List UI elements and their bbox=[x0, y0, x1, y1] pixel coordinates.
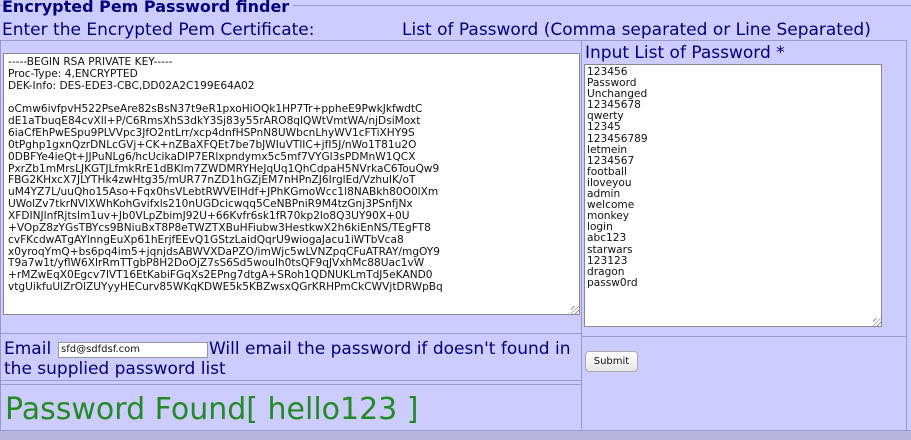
row-divider bbox=[0, 333, 581, 334]
password-list-textarea[interactable]: 123456 Password Unchanged 12345678 qwert… bbox=[584, 64, 882, 327]
resize-grip-icon[interactable] bbox=[873, 318, 881, 326]
row-divider bbox=[0, 384, 581, 385]
pem-certificate-textarea[interactable]: -----BEGIN RSA PRIVATE KEY----- Proc-Typ… bbox=[3, 53, 580, 315]
email-label: Email bbox=[4, 339, 52, 359]
row-divider bbox=[581, 336, 906, 337]
password-list-heading: List of Password (Comma separated or Lin… bbox=[402, 20, 871, 40]
row-divider bbox=[0, 380, 581, 381]
submit-button[interactable]: Submit bbox=[585, 351, 638, 372]
pem-label: Enter the Encrypted Pem Certificate: bbox=[2, 20, 315, 40]
result-message: Password Found[ hello123 ] bbox=[5, 392, 419, 427]
email-input[interactable]: sfd@sdfdsf.com bbox=[58, 342, 208, 358]
password-list-label: Input List of Password * bbox=[585, 43, 785, 63]
resize-grip-icon[interactable] bbox=[571, 306, 579, 314]
page-title: Encrypted Pem Password finder bbox=[2, 0, 294, 16]
column-divider bbox=[581, 40, 582, 429]
